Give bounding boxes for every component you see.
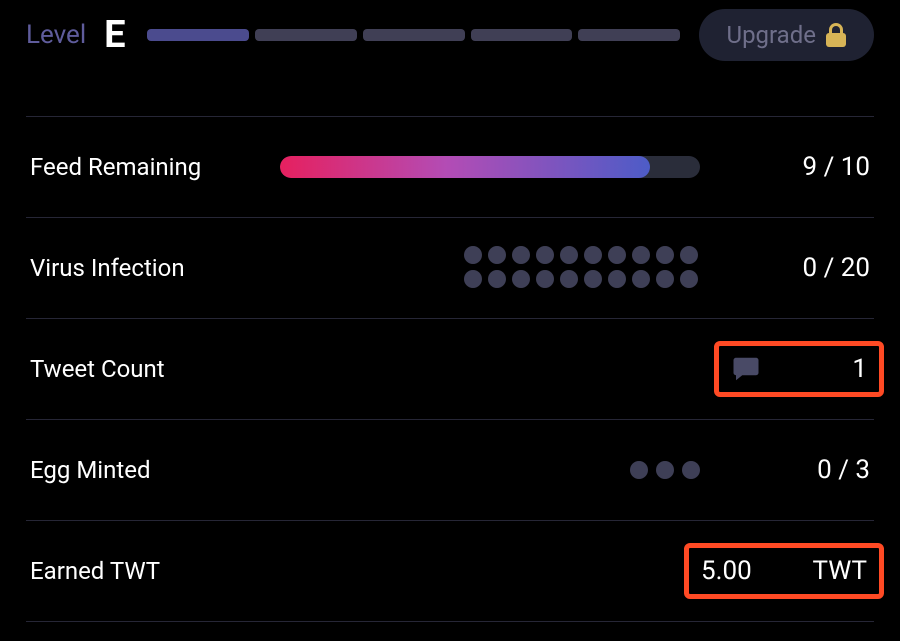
virus-dot xyxy=(656,246,674,264)
virus-dot xyxy=(680,270,698,288)
virus-dot xyxy=(584,270,602,288)
virus-dots xyxy=(464,246,700,290)
egg-dot xyxy=(630,461,648,479)
virus-dot xyxy=(632,246,650,264)
stat-label: Egg Minted xyxy=(30,456,250,484)
virus-dot xyxy=(464,246,482,264)
level-label: Level xyxy=(26,20,86,50)
level-progress xyxy=(147,29,681,41)
stats-panel: Level E Upgrade Feed Remaining 9 / 10 Vi… xyxy=(0,0,900,641)
virus-dot xyxy=(584,246,602,264)
stats-list: Feed Remaining 9 / 10 Virus Infection 0 … xyxy=(26,116,874,622)
level-bar-segment xyxy=(255,29,357,41)
virus-dot xyxy=(680,246,698,264)
row-tweet-count: Tweet Count 1 xyxy=(26,318,874,419)
stat-value: 9 / 10 xyxy=(700,152,870,182)
feed-progress-bar xyxy=(280,156,700,178)
virus-dot xyxy=(536,270,554,288)
level-value: E xyxy=(104,13,124,57)
virus-dot xyxy=(512,246,530,264)
stat-label: Earned TWT xyxy=(30,557,250,585)
stat-label: Tweet Count xyxy=(30,355,250,383)
row-egg-minted: Egg Minted 0 / 3 xyxy=(26,419,874,520)
upgrade-button[interactable]: Upgrade xyxy=(699,9,875,61)
virus-dot xyxy=(656,270,674,288)
upgrade-button-label: Upgrade xyxy=(727,21,817,49)
earned-unit: TWT xyxy=(813,556,867,586)
highlight-tweet: 1 xyxy=(714,341,884,397)
egg-dot xyxy=(682,461,700,479)
speech-bubble-icon xyxy=(731,354,761,384)
virus-dot xyxy=(608,246,626,264)
row-earned-twt: Earned TWT 5.00 TWT xyxy=(26,520,874,622)
level-bar-segment xyxy=(147,29,249,41)
level-bar-segment xyxy=(363,29,465,41)
egg-dots xyxy=(630,461,700,479)
stat-label: Virus Infection xyxy=(30,254,250,282)
virus-dots-wrap xyxy=(250,246,700,290)
level-bar-segment xyxy=(471,29,573,41)
earned-amount: 5.00 xyxy=(701,556,752,586)
highlight-earned: 5.00 TWT xyxy=(684,543,884,599)
virus-dot xyxy=(560,270,578,288)
virus-dot xyxy=(488,246,506,264)
tweet-count-value: 1 xyxy=(852,354,867,384)
level-bar-segment xyxy=(578,29,680,41)
virus-dot xyxy=(488,270,506,288)
egg-dots-wrap xyxy=(250,461,700,479)
virus-dot xyxy=(536,246,554,264)
row-virus-infection: Virus Infection 0 / 20 xyxy=(26,217,874,318)
egg-dot xyxy=(656,461,674,479)
virus-dot xyxy=(608,270,626,288)
lock-icon xyxy=(826,23,846,47)
stat-value: 0 / 20 xyxy=(700,253,870,283)
row-feed-remaining: Feed Remaining 9 / 10 xyxy=(26,116,874,217)
virus-dot xyxy=(464,270,482,288)
virus-dot xyxy=(560,246,578,264)
feed-progress-fill xyxy=(280,156,650,178)
stat-label: Feed Remaining xyxy=(30,153,250,181)
feed-bar-wrap xyxy=(250,156,700,178)
virus-dot xyxy=(512,270,530,288)
virus-dot xyxy=(632,270,650,288)
stat-value: 0 / 3 xyxy=(700,455,870,485)
level-header: Level E Upgrade xyxy=(26,0,874,70)
